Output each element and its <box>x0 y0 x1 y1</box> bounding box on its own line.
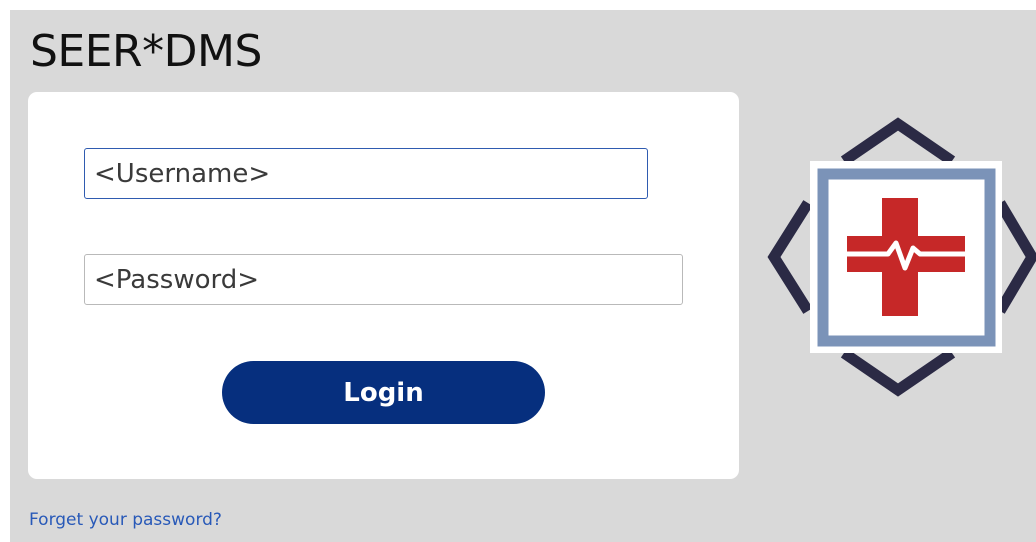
chevron-left-icon <box>767 200 813 314</box>
forgot-password-link[interactable]: Forget your password? <box>29 510 222 530</box>
login-button[interactable]: Login <box>222 361 545 424</box>
chevron-right-icon <box>995 200 1036 314</box>
username-field[interactable] <box>84 148 648 199</box>
medical-cross-heartbeat-logo-icon <box>767 117 1036 397</box>
chevron-up-icon <box>840 117 956 166</box>
password-field[interactable] <box>84 254 683 305</box>
app-title: SEER*DMS <box>30 26 262 77</box>
chevron-down-icon <box>840 348 956 397</box>
